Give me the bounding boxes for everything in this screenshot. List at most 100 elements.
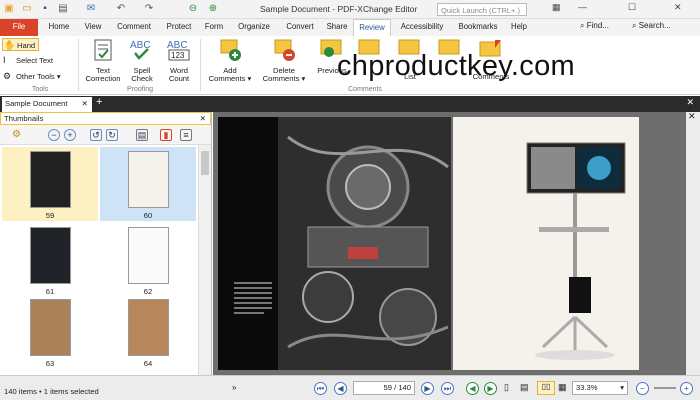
ribbon-tabs: File Home View Comment Protect Form Orga…	[0, 19, 700, 36]
tab-convert[interactable]: Convert	[280, 19, 320, 36]
zoom-in-icon[interactable]: +	[64, 129, 76, 141]
tab-comment[interactable]: Comment	[112, 19, 156, 36]
maximize-icon[interactable]: ☐	[628, 2, 636, 13]
document-tab-label: Sample Document	[5, 99, 68, 108]
thumbnail-61[interactable]: 61	[2, 223, 98, 297]
forward-icon[interactable]: ⊕	[206, 2, 220, 16]
other-tools-label: Other Tools	[16, 72, 55, 81]
zoom-out-icon[interactable]: −	[48, 129, 60, 141]
delete-pages-icon[interactable]: ▮	[160, 129, 172, 141]
tools-group-label: Tools	[31, 86, 49, 93]
thumbnail-scrollbar[interactable]	[198, 145, 211, 386]
delete-comments-label: Delete Comments	[262, 65, 300, 83]
expand-icon[interactable]: »	[232, 383, 236, 392]
scrollbar-thumb[interactable]	[201, 151, 209, 175]
hand-icon: ✋	[4, 40, 16, 50]
minimize-icon[interactable]: —	[578, 2, 587, 12]
print-pages-icon[interactable]: ▤	[136, 129, 148, 141]
back-icon[interactable]: ⊖	[186, 2, 200, 16]
svg-text:ABC: ABC	[167, 40, 188, 51]
thumbnail-62[interactable]: 62	[100, 223, 196, 297]
tab-form[interactable]: Form	[201, 19, 227, 36]
thumbnail-label: 64	[143, 359, 153, 368]
thumbnail-64[interactable]: 64	[100, 295, 196, 369]
watermark-text: chproductkey.com	[337, 50, 575, 82]
title-bar: ▣ ▭ ▪ ▤ ✉ ↶ ↷ ⊖ ⊕ Sample Document - PDF-…	[0, 0, 700, 19]
search-label: Search...	[638, 21, 671, 30]
binoculars-icon: ⌕	[580, 21, 587, 30]
spell-check-label: Spell Check	[131, 65, 153, 83]
close-icon[interactable]: ✕	[674, 2, 682, 13]
close-tab-icon[interactable]: ✕	[82, 97, 88, 111]
continuous-icon[interactable]: ▤	[520, 382, 529, 393]
page-number-input[interactable]: 59 / 140	[353, 381, 415, 395]
tab-file[interactable]: File	[0, 19, 38, 36]
document-viewer[interactable]: ✕	[213, 111, 700, 375]
first-page-button[interactable]: ⏮	[314, 382, 327, 395]
thumbnail-59[interactable]: 59	[2, 147, 98, 221]
tab-help[interactable]: Help	[506, 19, 532, 36]
window-title: Sample Document - PDF-XChange Editor	[260, 4, 418, 14]
text-correction-button[interactable]: Text Correction	[82, 38, 124, 84]
layout-icon[interactable]: ▦	[552, 2, 561, 13]
new-tab-icon[interactable]: +	[96, 96, 102, 108]
single-page-icon[interactable]: ▯	[504, 382, 509, 393]
add-comments-button[interactable]: Add Comments ▾	[204, 38, 256, 84]
tab-view[interactable]: View	[80, 19, 106, 36]
document-tab[interactable]: Sample Document ✕	[2, 97, 92, 112]
thumbnail-63[interactable]: 63	[2, 295, 98, 369]
svg-text:123: 123	[171, 51, 185, 60]
email-icon[interactable]: ✉	[84, 2, 98, 16]
zoom-value: 33.3%	[576, 383, 598, 392]
thumbnail-60[interactable]: 60	[100, 147, 196, 221]
text-cursor-icon: I	[3, 55, 6, 65]
search-button[interactable]: ⌕ Search...	[632, 21, 671, 31]
hand-tool-button[interactable]: ✋ Hand	[2, 38, 40, 51]
save-icon[interactable]: ▪	[38, 2, 52, 16]
rotate-right-icon[interactable]: ↻	[106, 129, 118, 141]
zoom-in-button[interactable]: +	[680, 382, 693, 395]
zoom-select[interactable]: 33.3% ▾	[572, 381, 628, 395]
viewer-scrollbar[interactable]: ✕	[686, 111, 700, 375]
select-text-label: Select Text	[16, 56, 54, 65]
rotate-left-icon[interactable]: ↺	[90, 129, 102, 141]
options-icon[interactable]: ⚙	[12, 129, 21, 140]
tab-review[interactable]: Review	[353, 19, 391, 36]
tab-protect[interactable]: Protect	[160, 19, 198, 36]
document-tabs: Sample Document ✕ + ✕	[0, 96, 700, 112]
zoom-out-button[interactable]: −	[636, 382, 649, 395]
find-button[interactable]: ⌕ Find...	[580, 21, 609, 31]
next-page-button[interactable]: ▶	[421, 382, 434, 395]
spell-check-button[interactable]: ABC Spell Check	[126, 38, 158, 84]
workstation-photo	[453, 117, 639, 370]
thumbnails-panel: Thumbnails ✕ ⚙ − + ↺ ↻ ▤ ▮ ≡ 59 60 61 62…	[0, 112, 212, 386]
zoom-slider[interactable]	[654, 387, 676, 389]
add-comment-icon	[220, 39, 241, 61]
search-icon: ⌕	[632, 21, 639, 30]
print-icon[interactable]: ▤	[56, 2, 70, 16]
forward-view-button[interactable]: ▶	[484, 382, 497, 395]
viewer-close-icon[interactable]: ✕	[688, 111, 696, 122]
other-tools-button[interactable]: ⚙ Other Tools ▾	[2, 70, 61, 83]
panel-close-icon[interactable]: ✕	[200, 113, 206, 124]
undo-icon[interactable]: ↶	[114, 2, 128, 16]
two-page-icon[interactable]: ▯▯	[537, 381, 555, 395]
page-60	[453, 117, 639, 370]
layout-options-icon[interactable]: ▦	[558, 382, 567, 393]
tab-organize[interactable]: Organize	[232, 19, 276, 36]
last-page-button[interactable]: ⏭	[441, 382, 454, 395]
tab-bookmarks[interactable]: Bookmarks	[452, 19, 504, 36]
tab-home[interactable]: Home	[44, 19, 74, 36]
close-document-icon[interactable]: ✕	[686, 97, 694, 108]
delete-comments-button[interactable]: Delete Comments ▾	[258, 38, 310, 84]
previous-page-button[interactable]: ◀	[334, 382, 347, 395]
tab-share[interactable]: Share	[322, 19, 352, 36]
more-icon[interactable]: ≡	[180, 129, 192, 141]
select-text-button[interactable]: I Select Text	[2, 54, 53, 67]
redo-icon[interactable]: ↷	[142, 2, 156, 16]
back-view-button[interactable]: ◀	[466, 382, 479, 395]
word-count-button[interactable]: ABC 123 Word Count	[160, 38, 198, 84]
quick-launch-input[interactable]: Quick Launch (CTRL+.)	[437, 3, 527, 16]
open-icon[interactable]: ▭	[20, 2, 34, 16]
tab-accessibility[interactable]: Accessibility	[394, 19, 450, 36]
